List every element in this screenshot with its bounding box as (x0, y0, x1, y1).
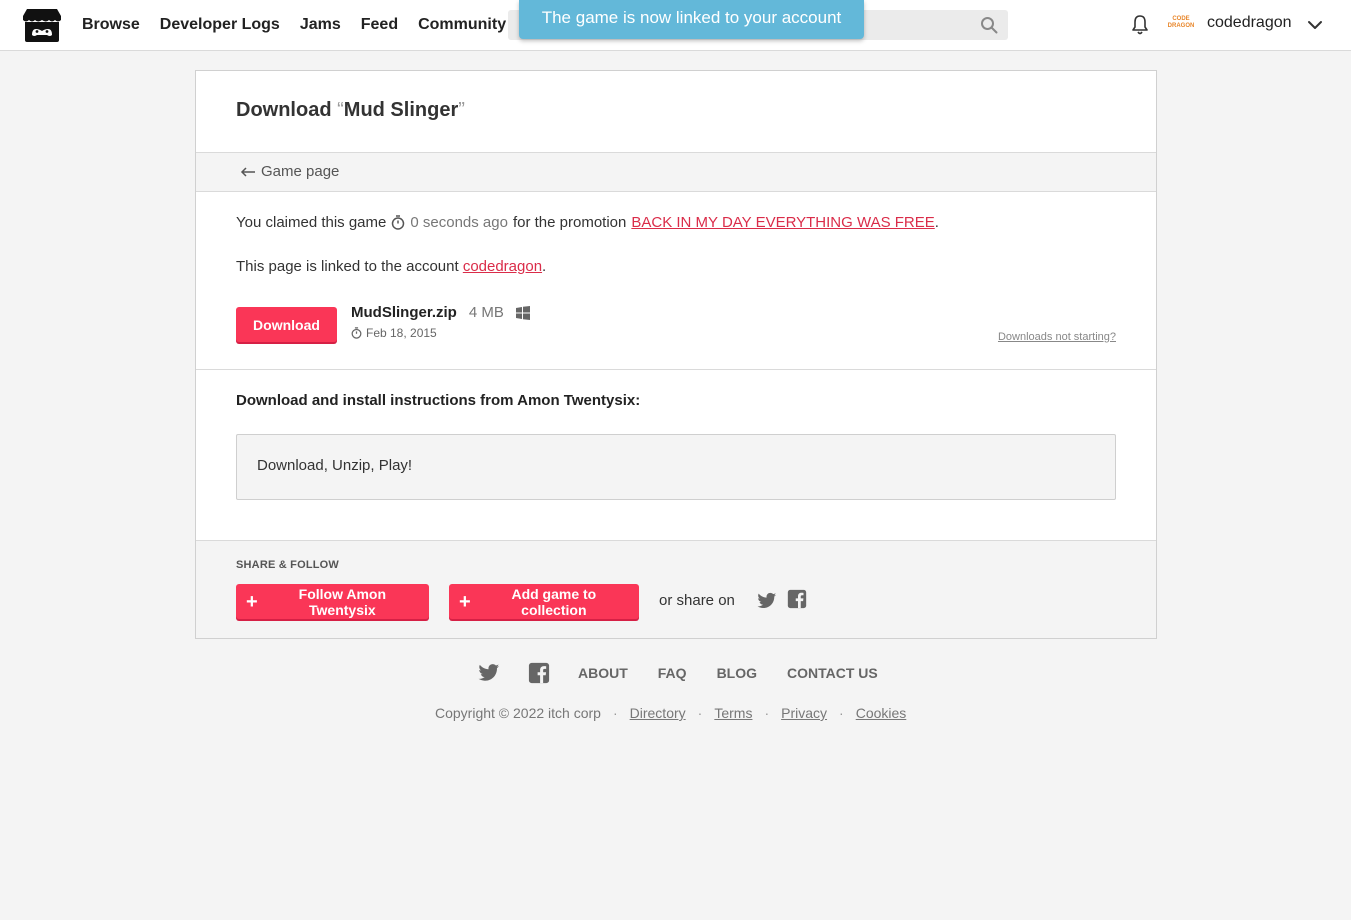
claim-time: 0 seconds ago (410, 214, 508, 231)
avatar[interactable]: CODE DRAGON (1167, 13, 1195, 35)
nav-feed[interactable]: Feed (361, 16, 398, 34)
stopwatch-icon (392, 215, 405, 230)
share-title: SHARE & FOLLOW (236, 559, 340, 571)
itch-logo-icon[interactable] (22, 7, 62, 43)
directory-link[interactable]: Directory (630, 705, 686, 721)
username[interactable]: codedragon (1207, 14, 1292, 32)
plus-icon: + (459, 590, 471, 613)
stopwatch-icon (351, 327, 362, 339)
search-icon[interactable] (980, 16, 998, 34)
file-size: 4 MB (468, 304, 504, 321)
twitter-icon[interactable] (757, 591, 777, 611)
instructions-title: Download and install instructions from A… (236, 392, 641, 409)
promotion-link[interactable]: BACK IN MY DAY EVERYTHING WAS FREE (631, 214, 934, 231)
notification-bell-icon[interactable] (1130, 14, 1150, 36)
instructions-box: Download, Unzip, Play! (236, 434, 1116, 500)
nav-jams[interactable]: Jams (300, 16, 341, 34)
follow-button[interactable]: + Follow Amon Twentysix (236, 584, 429, 619)
privacy-link[interactable]: Privacy (781, 705, 827, 721)
facebook-icon[interactable] (787, 589, 807, 609)
share-follow-section: SHARE & FOLLOW + Follow Amon Twentysix +… (196, 540, 1156, 638)
game-page-link[interactable]: Game page (240, 163, 339, 180)
terms-link[interactable]: Terms (714, 705, 752, 721)
copyright-text: Copyright © 2022 itch corp (435, 705, 601, 721)
page-title: Download “Mud Slinger” (236, 99, 465, 121)
footer-links: ABOUT FAQ BLOG CONTACT US (478, 662, 908, 684)
download-button[interactable]: Download (236, 307, 337, 342)
windows-icon (515, 305, 530, 320)
main-nav: Browse Developer Logs Jams Feed Communit… (82, 0, 526, 50)
facebook-icon[interactable] (528, 662, 550, 684)
file-name: MudSlinger.zip (351, 304, 457, 321)
footer-contact-link[interactable]: CONTACT US (787, 665, 878, 681)
twitter-icon[interactable] (478, 662, 500, 684)
back-bar: Game page (196, 152, 1156, 192)
nav-developer-logs[interactable]: Developer Logs (160, 16, 280, 34)
top-header: Browse Developer Logs Jams Feed Communit… (0, 0, 1351, 51)
downloads-not-starting-link[interactable]: Downloads not starting? (998, 331, 1116, 343)
plus-icon: + (246, 590, 258, 613)
instructions-body: Download, Unzip, Play! (257, 457, 413, 474)
arrow-left-icon (240, 166, 255, 177)
or-share-text: or share on (659, 592, 735, 609)
footer-blog-link[interactable]: BLOG (717, 665, 757, 681)
game-title: Mud Slinger (343, 99, 459, 121)
add-to-collection-button[interactable]: + Add game to collection (449, 584, 639, 619)
footer-faq-link[interactable]: FAQ (658, 665, 687, 681)
cookies-link[interactable]: Cookies (856, 705, 907, 721)
file-date: Feb 18, 2015 (351, 326, 437, 340)
claim-text: You claimed this game 0 seconds ago for … (236, 214, 939, 231)
account-link[interactable]: codedragon (463, 258, 542, 275)
chevron-down-icon[interactable] (1306, 16, 1324, 34)
nav-browse[interactable]: Browse (82, 16, 140, 34)
footer-about-link[interactable]: ABOUT (578, 665, 628, 681)
linked-toast: The game is now linked to your account (519, 0, 864, 39)
copyright-row: Copyright © 2022 itch corp · Directory ·… (435, 705, 907, 721)
file-info: MudSlinger.zip 4 MB (351, 304, 530, 321)
nav-community[interactable]: Community (418, 16, 506, 34)
divider (196, 369, 1156, 370)
linked-account-text: This page is linked to the account coded… (236, 258, 547, 275)
download-card: Download “Mud Slinger” Game page You cla… (195, 70, 1157, 639)
